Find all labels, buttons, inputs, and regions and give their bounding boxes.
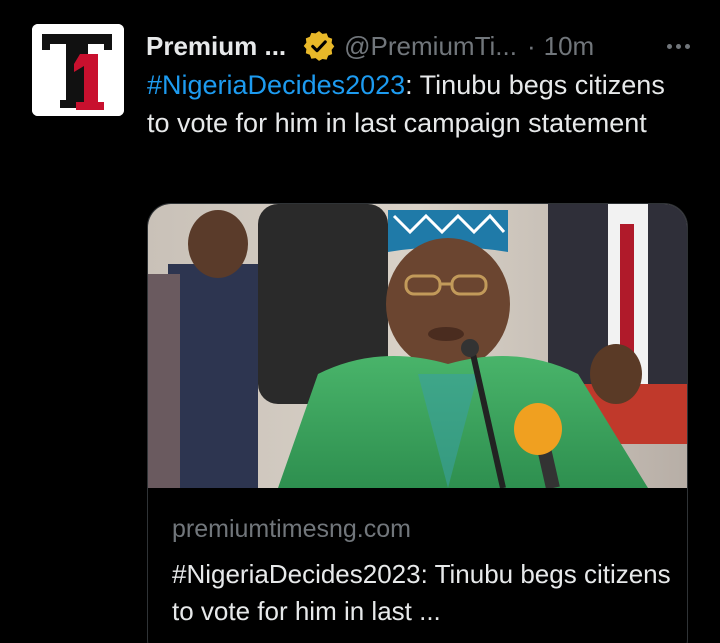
card-title[interactable]: #NigeriaDecides2023: Tinubu begs citizen… [172,556,672,630]
article-photo[interactable] [148,204,687,488]
link-card[interactable]: premiumtimesng.com #NigeriaDecides2023: … [147,203,688,643]
gold-verified-badge-icon [303,31,335,61]
timestamp[interactable]: 10m [544,26,595,66]
author-handle[interactable]: @PremiumTi... [344,26,517,66]
tweet-text: #NigeriaDecides2023: Tinubu begs citizen… [147,67,687,142]
hashtag-link[interactable]: #NigeriaDecides2023 [147,70,405,100]
more-options-icon[interactable] [667,26,690,66]
card-domain[interactable]: premiumtimesng.com [172,512,411,546]
tweet[interactable]: Premium ... @PremiumTi... · 10m #Nigeria… [0,0,720,643]
author-name[interactable]: Premium ... [146,26,286,66]
tweet-header: Premium ... @PremiumTi... · 10m [146,26,690,66]
separator-dot: · [526,31,536,61]
premium-times-logo-icon [32,24,124,116]
avatar[interactable] [32,24,124,116]
article-photo-illustration [148,204,687,488]
